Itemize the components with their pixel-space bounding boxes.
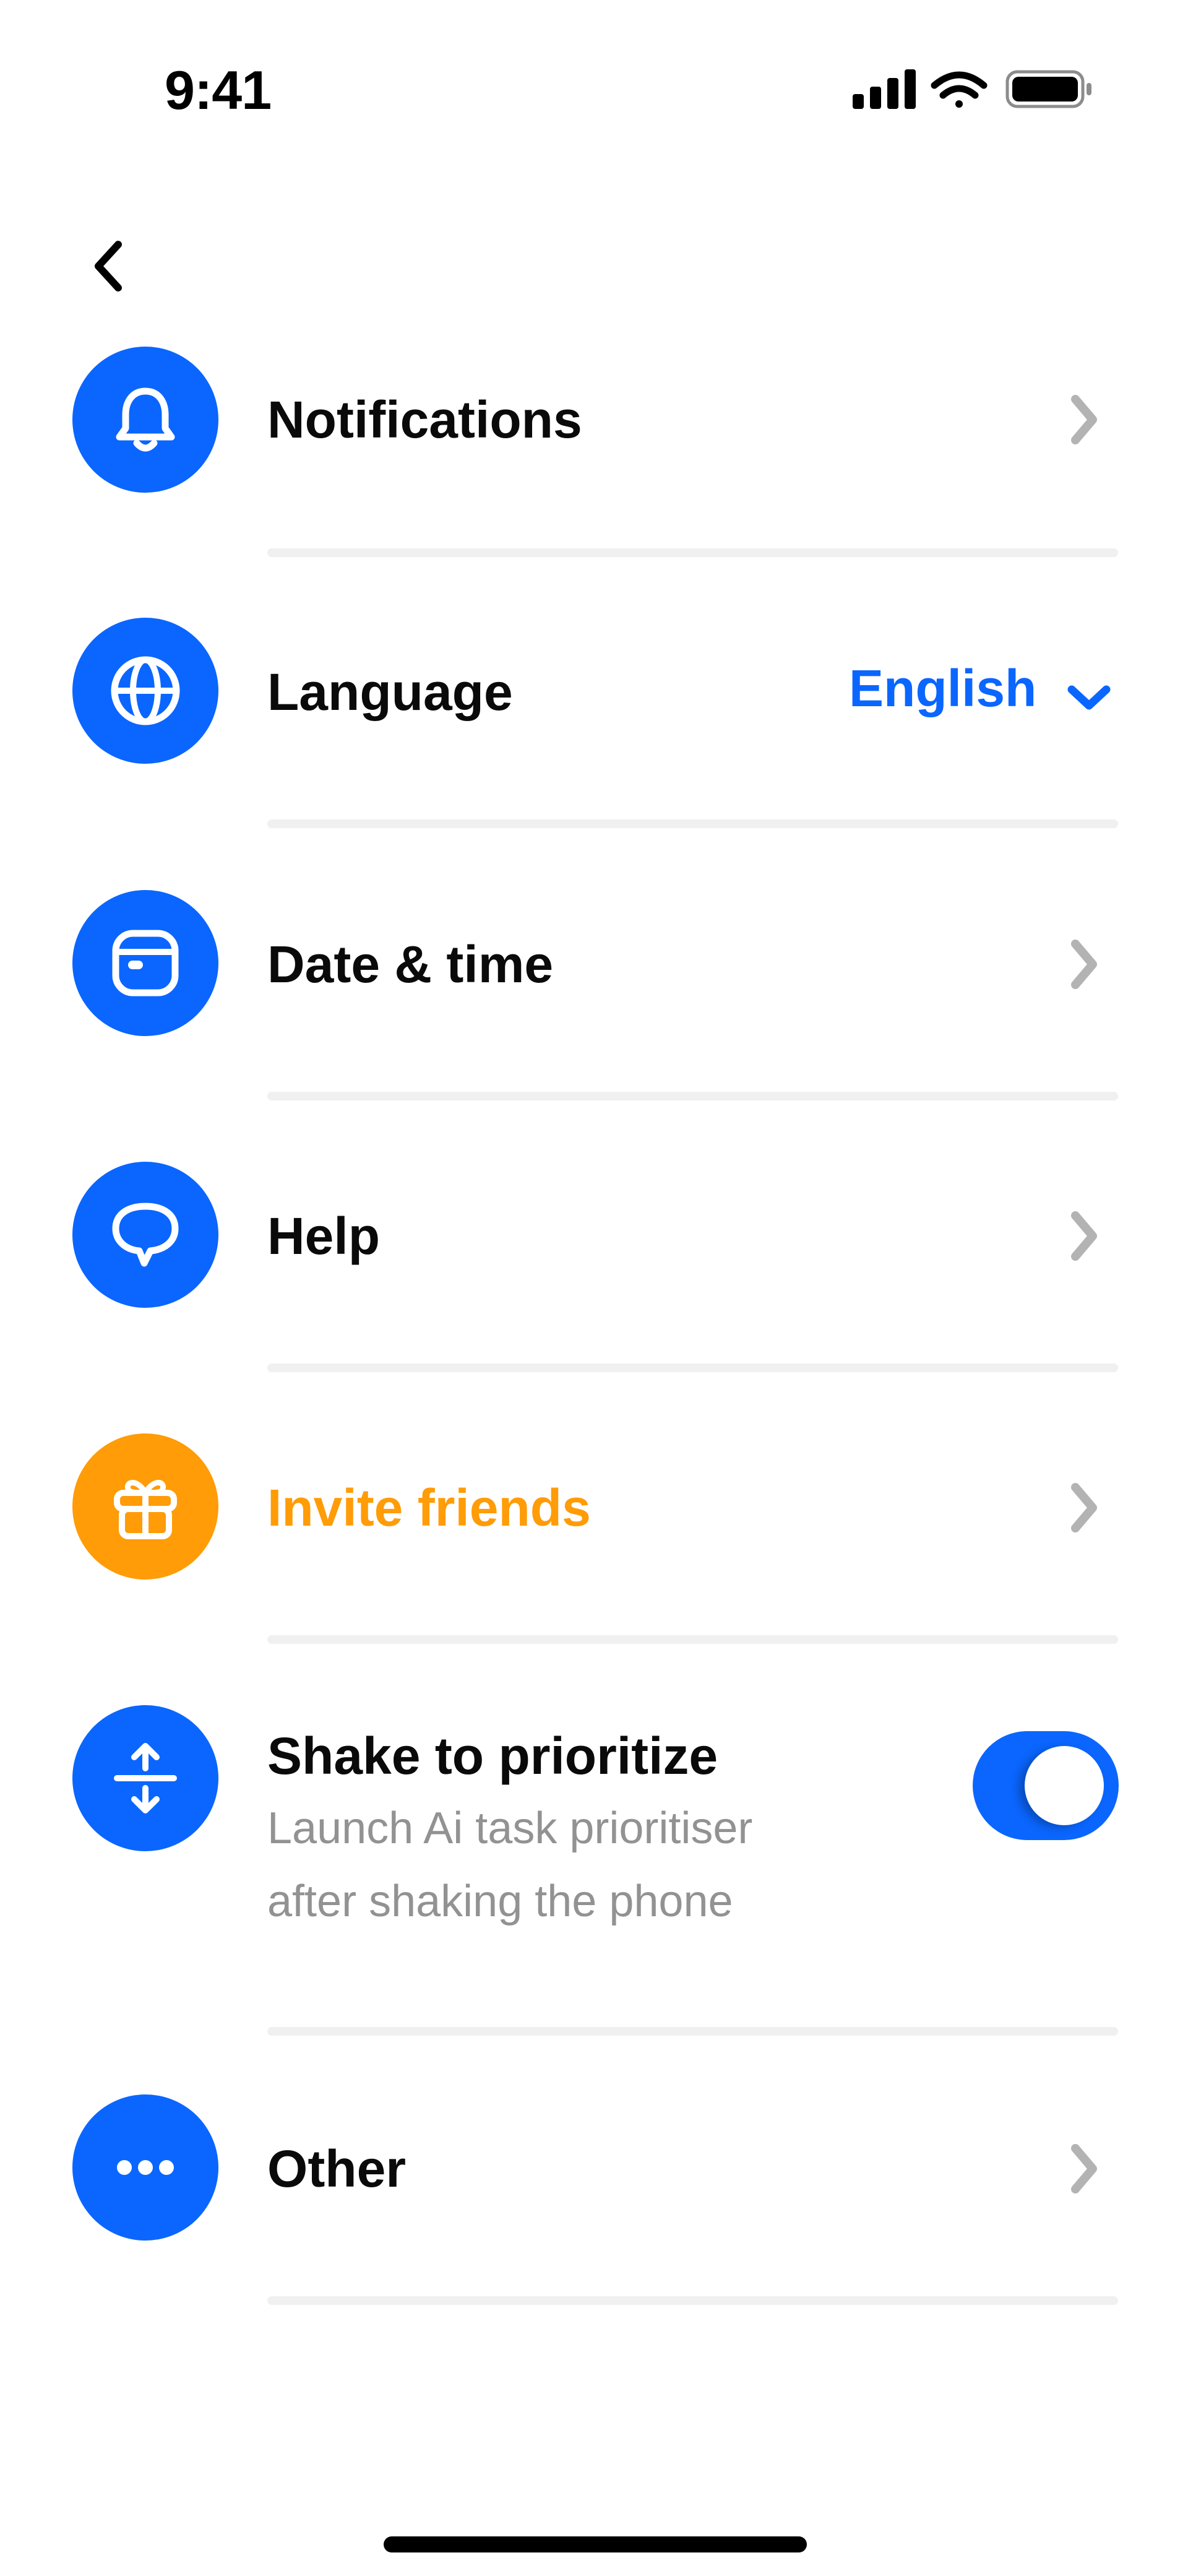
settings-row-notifications[interactable]: Notifications xyxy=(0,347,1188,569)
divider xyxy=(267,548,1118,557)
settings-row-shake-to-prioritize: Shake to prioritize Launch Ai task prior… xyxy=(0,1705,1188,2039)
divider xyxy=(267,1364,1118,1372)
settings-row-help[interactable]: Help xyxy=(0,1162,1188,1385)
language-label: Language xyxy=(267,663,513,721)
more-dots-icon xyxy=(72,2094,218,2241)
divider xyxy=(267,1092,1118,1100)
home-indicator xyxy=(384,2536,807,2552)
invite-friends-label: Invite friends xyxy=(267,1479,591,1537)
shake-description-line1: Launch Ai task prioritiser xyxy=(267,1804,753,1853)
speech-bubble-icon xyxy=(72,1162,218,1308)
chevron-right-icon xyxy=(1071,1483,1097,1532)
divider xyxy=(267,2296,1118,2305)
divider xyxy=(267,2027,1118,2036)
date-time-label: Date & time xyxy=(267,935,554,993)
settings-row-date-time[interactable]: Date & time xyxy=(0,890,1188,1113)
gift-icon xyxy=(72,1433,218,1580)
globe-icon xyxy=(72,618,218,764)
chevron-right-icon xyxy=(1071,395,1097,444)
cellular-signal-icon xyxy=(853,69,916,109)
chevron-right-icon xyxy=(1071,2144,1097,2193)
divider xyxy=(267,1635,1118,1644)
bell-icon xyxy=(72,347,218,493)
back-button[interactable] xyxy=(80,232,136,300)
battery-icon xyxy=(1005,70,1091,108)
chevron-right-icon xyxy=(1071,1211,1097,1261)
help-label: Help xyxy=(267,1207,381,1265)
chevron-left-icon xyxy=(95,241,122,292)
settings-row-language[interactable]: Language English xyxy=(0,618,1188,841)
shake-label: Shake to prioritize xyxy=(267,1727,718,1785)
shake-description-line2: after shaking the phone xyxy=(267,1877,733,1926)
wifi-icon xyxy=(931,71,988,108)
other-label: Other xyxy=(267,2140,407,2198)
status-time: 9:41 xyxy=(165,59,272,121)
notifications-label: Notifications xyxy=(267,391,582,449)
toggle-knob xyxy=(1025,1746,1104,1825)
language-value[interactable]: English xyxy=(849,662,1036,714)
status-icons xyxy=(853,69,1091,109)
shake-toggle[interactable] xyxy=(973,1731,1119,1840)
settings-row-invite-friends[interactable]: Invite friends xyxy=(0,1433,1188,1656)
chevron-right-icon xyxy=(1071,940,1097,989)
divider xyxy=(267,819,1118,828)
chevron-down-icon[interactable] xyxy=(1065,682,1113,713)
calendar-icon xyxy=(72,890,218,1036)
shake-arrows-icon xyxy=(72,1705,218,1851)
settings-row-other[interactable]: Other xyxy=(0,2094,1188,2317)
